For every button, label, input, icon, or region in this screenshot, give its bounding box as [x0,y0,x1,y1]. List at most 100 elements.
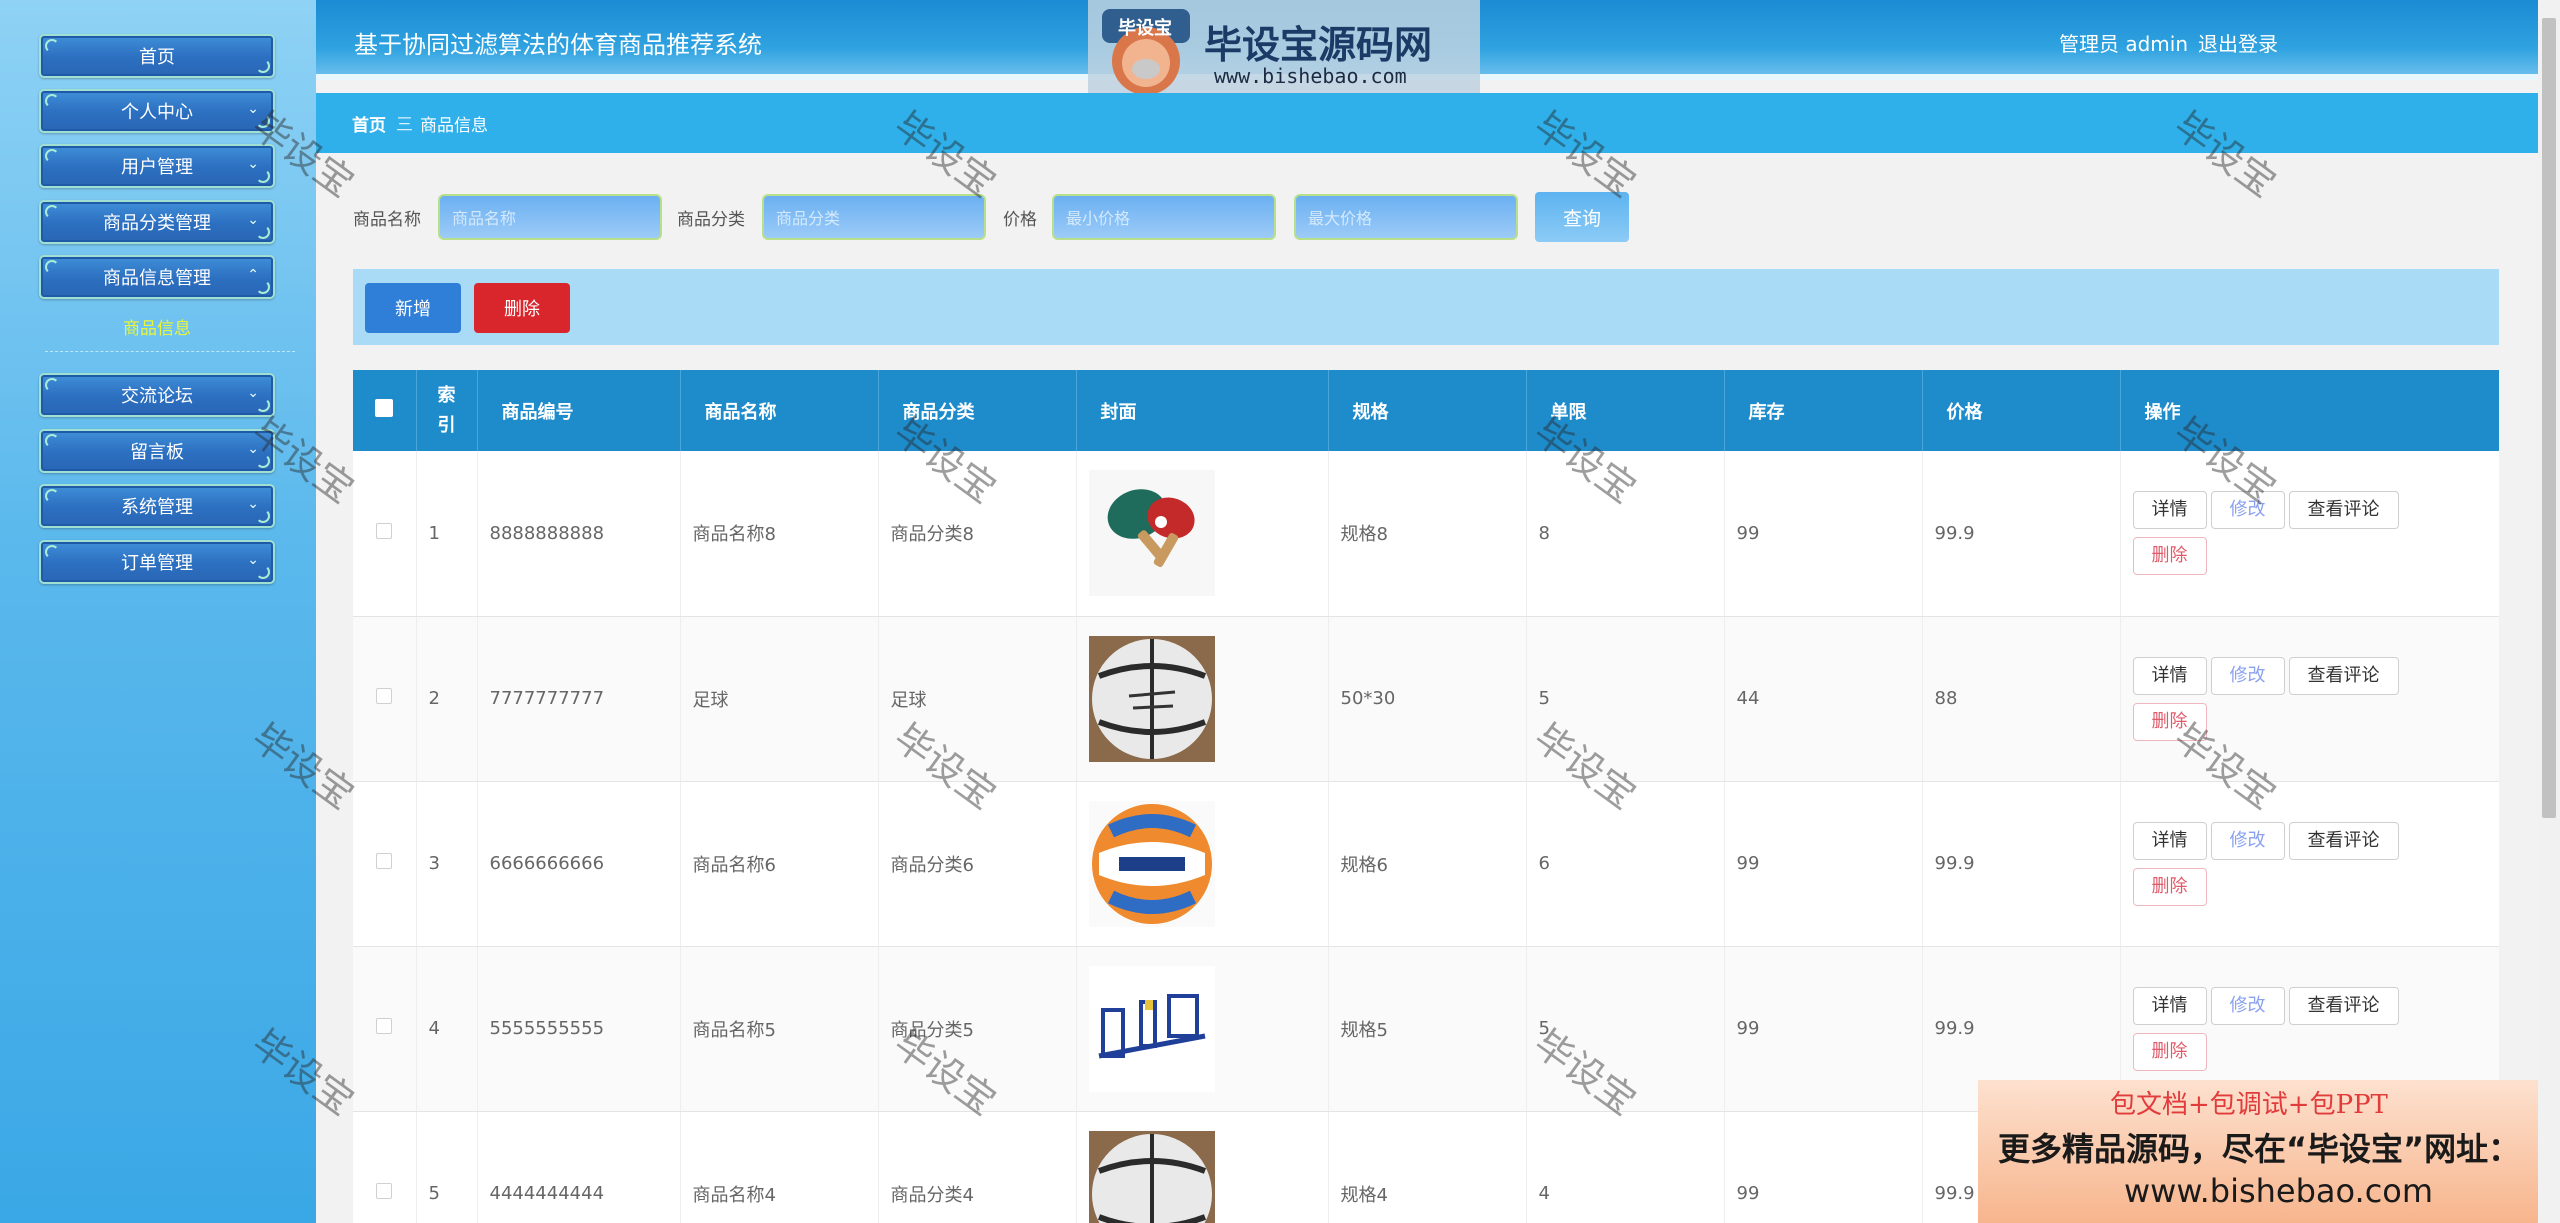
sidebar-item-product-management[interactable]: 商品信息管理 ⌃ [39,255,275,299]
edit-button[interactable]: 修改 [2210,656,2285,695]
select-all-header [353,370,417,451]
row-index: 3 [416,781,478,947]
sidebar-item-forum[interactable]: 交流论坛 ⌄ [39,373,275,417]
column-header-stock: 库存 [1724,370,1923,451]
view-comments-button[interactable]: 查看评论 [2288,986,2399,1025]
sidebar-item-category-management[interactable]: 商品分类管理 ⌄ [39,200,275,244]
ornament-icon [256,565,270,579]
site-logo: 毕设宝 毕设宝源码网 www.bishebao.com [1088,0,1480,102]
row-code: 6666666666 [477,781,681,947]
row-price: 88 [1922,616,2121,782]
detail-button[interactable]: 详情 [2132,491,2207,530]
delete-button[interactable]: 删除 [2132,867,2207,906]
sidebar: 首页 个人中心 ⌄ 用户管理 ⌄ 商品分类管理 ⌄ 商品信息管理 ⌃ 商品信息 … [0,0,316,1223]
add-button[interactable]: 新增 [365,283,461,333]
name-label: 商品名称 [353,210,421,230]
promo-line-1: 包文档+包调试+包PPT [2110,1090,2388,1120]
table-header-row: 索引 商品编号 商品名称 商品分类 封面 规格 单限 库存 价格 操作 [353,370,2499,451]
row-select-cell [353,946,417,1112]
edit-button[interactable]: 修改 [2210,986,2285,1025]
volleyball-image [1088,800,1215,927]
sidebar-item-home[interactable]: 首页 [39,34,275,78]
row-cover-cell [1076,781,1329,947]
sidebar-item-users[interactable]: 用户管理 ⌄ [39,144,275,188]
row-category: 商品分类8 [878,451,1077,617]
row-checkbox[interactable] [376,522,393,539]
logout-link[interactable]: 退出登录 [2198,28,2278,57]
chevron-down-icon: ⌄ [247,156,259,172]
search-button[interactable]: 查询 [1535,192,1629,242]
sidebar-item-message-board[interactable]: 留言板 ⌄ [39,429,275,473]
sidebar-item-orders[interactable]: 订单管理 ⌄ [39,540,275,584]
row-checkbox[interactable] [376,1018,393,1034]
ornament-icon [256,225,270,239]
row-spec: 规格5 [1328,946,1527,1112]
ornament-icon [256,454,270,468]
detail-button[interactable]: 详情 [2132,656,2207,695]
view-comments-button[interactable]: 查看评论 [2288,656,2399,695]
logo-name: 毕设宝源码网 [1204,23,1433,67]
row-select-cell [353,616,417,782]
row-checkbox[interactable] [376,688,393,704]
row-select-cell [353,1111,417,1223]
row-category: 商品分类5 [878,946,1077,1112]
column-header-name: 商品名称 [680,370,879,451]
chevron-up-icon: ⌃ [247,267,259,283]
delete-button[interactable]: 删除 [2132,537,2207,576]
row-code: 7777777777 [477,616,681,782]
detail-button[interactable]: 详情 [2132,986,2207,1025]
column-header-spec: 规格 [1328,370,1527,451]
row-name: 商品名称8 [680,451,879,617]
row-stock: 99 [1724,946,1923,1112]
sidebar-item-label: 商品信息管理 [103,268,211,289]
ornament-icon [256,398,270,412]
delete-button[interactable]: 删除 [2132,702,2207,741]
sidebar-subitem-product-info[interactable]: 商品信息 [39,314,275,340]
row-index: 4 [416,946,478,1112]
row-checkbox[interactable] [376,853,393,869]
logo-badge: 毕设宝 [1118,18,1172,39]
view-comments-button[interactable]: 查看评论 [2288,491,2399,530]
column-header-actions: 操作 [2120,370,2499,451]
sidebar-item-label: 个人中心 [121,102,193,123]
sidebar-item-label: 系统管理 [121,497,193,518]
sidebar-item-profile[interactable]: 个人中心 ⌄ [39,89,275,133]
table-row: 1 8888888888 商品名称8 商品分类8 规格8 8 99 99.9 详… [353,451,2499,617]
detail-button[interactable]: 详情 [2132,821,2207,860]
category-search-input[interactable]: 商品分类 [762,194,986,240]
column-header-index: 索引 [416,370,478,451]
row-limit: 8 [1526,451,1725,617]
price-min-input[interactable]: 最小价格 [1052,194,1276,240]
row-select-cell [353,781,417,947]
sidebar-item-system[interactable]: 系统管理 ⌄ [39,484,275,528]
row-limit: 6 [1526,781,1725,947]
scrollbar-thumb[interactable] [2542,18,2556,818]
edit-button[interactable]: 修改 [2210,491,2285,530]
row-spec: 规格8 [1328,451,1527,617]
view-comments-button[interactable]: 查看评论 [2288,821,2399,860]
ornament-icon [45,205,59,219]
breadcrumb-current: 商品信息 [420,116,488,136]
column-header-cover: 封面 [1076,370,1329,451]
row-code: 5555555555 [477,946,681,1112]
table-row: 2 7777777777 足球 足球 50*30 5 44 88 详情 修改 查… [353,616,2499,782]
delete-button[interactable]: 删除 [2132,1032,2207,1071]
category-label: 商品分类 [677,210,745,230]
select-all-checkbox[interactable] [375,399,394,417]
page-scrollbar[interactable] [2538,0,2560,1223]
row-limit: 4 [1526,1111,1725,1223]
row-actions: 详情修改查看评论 删除 [2120,451,2499,617]
index-header-line2: 引 [437,414,456,436]
ornament-icon [256,169,270,183]
row-cover-cell [1076,946,1329,1112]
row-checkbox[interactable] [376,1183,393,1199]
price-label: 价格 [1003,210,1037,230]
ornament-icon [256,59,270,73]
price-max-input[interactable]: 最大价格 [1294,194,1518,240]
row-name: 商品名称6 [680,781,879,947]
name-search-input[interactable]: 商品名称 [438,194,662,240]
admin-info: 管理员 admin [2059,32,2189,56]
edit-button[interactable]: 修改 [2210,821,2285,860]
breadcrumb-home[interactable]: 首页 [352,111,386,136]
bulk-delete-button[interactable]: 删除 [474,283,570,333]
